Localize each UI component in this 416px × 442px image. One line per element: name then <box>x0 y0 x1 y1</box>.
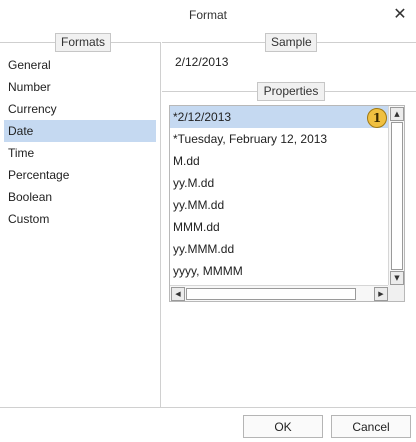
properties-section-label: Properties <box>257 82 325 101</box>
cancel-button[interactable]: Cancel <box>331 415 411 438</box>
step-badge: 1 <box>367 108 387 128</box>
formats-section-label: Formats <box>55 33 111 52</box>
property-item-1[interactable]: *Tuesday, February 12, 2013 <box>170 128 388 150</box>
property-item-2[interactable]: M.dd <box>170 150 388 172</box>
dialog-title: Format <box>188 8 227 22</box>
format-item-2[interactable]: Currency <box>4 98 156 120</box>
ok-button[interactable]: OK <box>243 415 323 438</box>
format-item-3[interactable]: Date <box>4 120 156 142</box>
dialog-footer: OK Cancel <box>0 407 416 442</box>
horizontal-scroll-thumb[interactable] <box>186 288 356 300</box>
scroll-left-icon[interactable]: ◀ <box>171 287 185 301</box>
property-item-5[interactable]: MMM.dd <box>170 216 388 238</box>
property-item-0[interactable]: *2/12/2013 <box>170 106 388 128</box>
sample-section-label: Sample <box>265 33 317 52</box>
property-item-3[interactable]: yy.M.dd <box>170 172 388 194</box>
sample-value: 2/12/2013 <box>175 55 229 69</box>
scroll-up-icon[interactable]: ▲ <box>390 107 404 121</box>
close-icon[interactable]: ✕ <box>391 5 409 23</box>
properties-listbox[interactable]: *2/12/2013 *Tuesday, February 12, 2013 M.d… <box>169 105 405 302</box>
vertical-scroll-thumb[interactable] <box>391 122 403 270</box>
property-item-6[interactable]: yy.MMM.dd <box>170 238 388 260</box>
format-item-6[interactable]: Boolean <box>4 186 156 208</box>
horizontal-scrollbar[interactable]: ◀ ▶ <box>170 285 389 301</box>
scroll-down-icon[interactable]: ▼ <box>390 271 404 285</box>
format-item-5[interactable]: Percentage <box>4 164 156 186</box>
vertical-scrollbar[interactable]: ▲ ▼ <box>388 106 404 286</box>
properties-list: *2/12/2013 *Tuesday, February 12, 2013 M.d… <box>170 106 388 282</box>
format-item-4[interactable]: Time <box>4 142 156 164</box>
scrollbar-corner <box>388 285 404 301</box>
formats-list: General Number Currency Date Time Percentage B… <box>4 54 156 230</box>
format-item-7[interactable]: Custom <box>4 208 156 230</box>
format-item-0[interactable]: General <box>4 54 156 76</box>
scroll-right-icon[interactable]: ▶ <box>374 287 388 301</box>
format-item-1[interactable]: Number <box>4 76 156 98</box>
property-item-7[interactable]: yyyy, MMMM <box>170 260 388 282</box>
dialog-titlebar: Format ✕ <box>0 0 416 30</box>
property-item-4[interactable]: yy.MM.dd <box>170 194 388 216</box>
